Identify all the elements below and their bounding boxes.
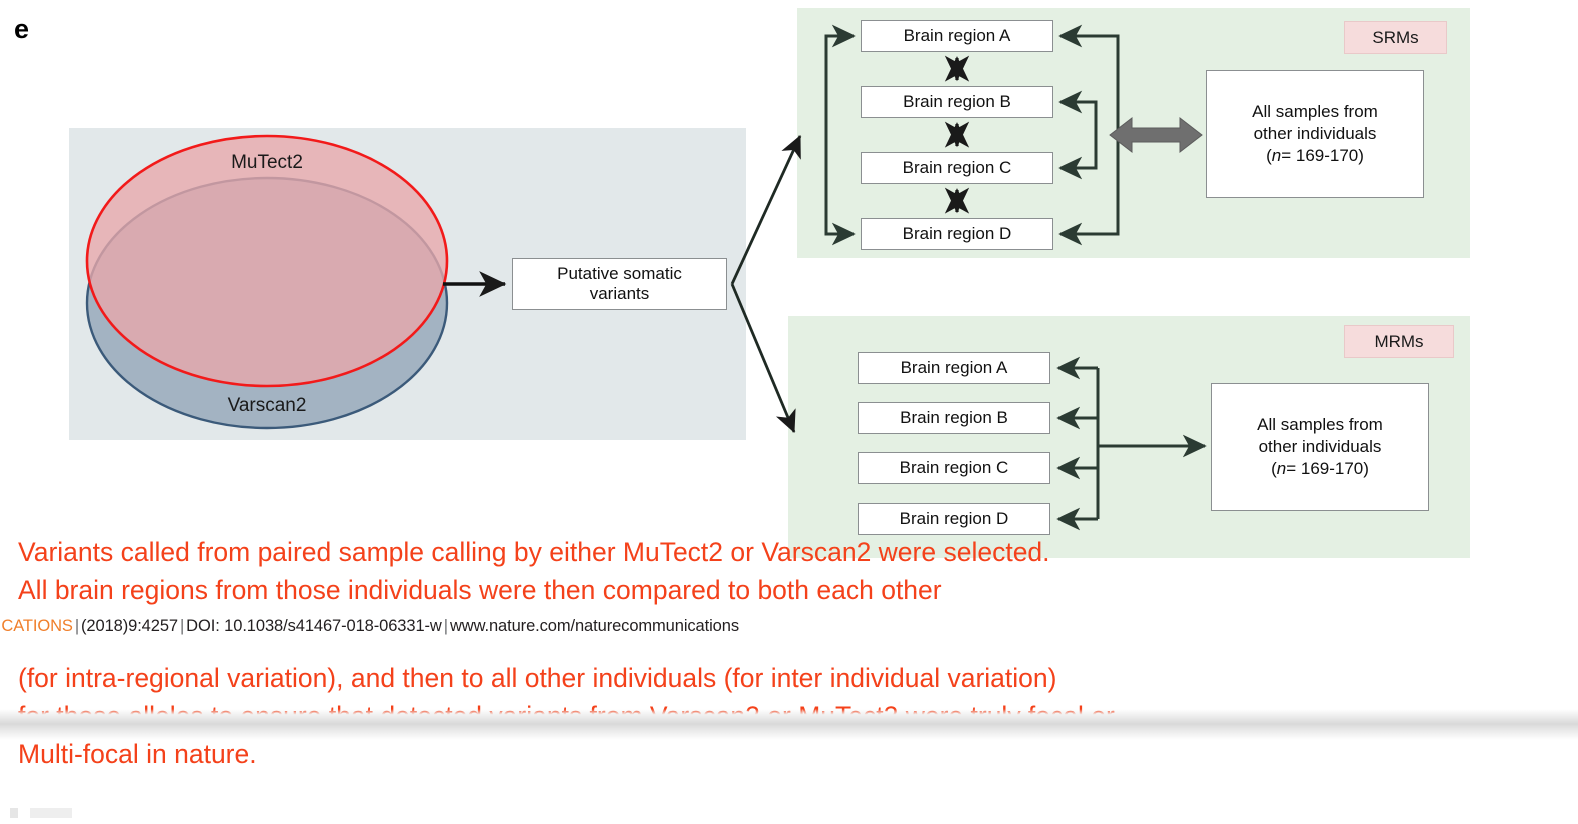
mrm-region-box-d: Brain region D [858,503,1050,535]
panel-letter: e [14,14,30,44]
annotation-b2-line3: Multi-focal in nature. [18,739,257,769]
figure-stage: e MuTect2 Varscan2 Putative somatic vari… [0,0,1578,824]
mrm-region-label-b: Brain region B [900,408,1008,427]
srm-samples-line2: other individuals [1253,123,1377,143]
footer-issue: (2018)9:4257 [81,617,178,635]
footer-sep-1: | [74,617,80,635]
venn-label-varscan2: Varscan2 [228,395,307,416]
mrm-samples-n: (n= 169-170) [1271,459,1369,479]
srm-all-samples-box: All samples from other individuals (n= 1… [1206,70,1424,198]
mrm-region-box-b: Brain region B [858,402,1050,434]
putative-box-text: Putative somatic variants [557,264,682,303]
footer-sep-2: | [179,617,185,635]
mrm-region-label-c: Brain region C [899,458,1009,477]
putative-somatic-variants-box: Putative somatic variants [512,258,727,310]
mrm-region-label-a: Brain region A [900,358,1008,377]
srm-region-label-b: Brain region B [903,92,1011,111]
footer-doi: DOI: 10.1038/s41467-018-06331-w [186,617,442,635]
srm-region-box-a: Brain region A [861,20,1053,52]
mrm-region-box-a: Brain region A [858,352,1050,384]
bottom-partial-element [10,806,72,820]
annotation-b2-line1: (for intra-regional variation), and then… [18,663,1057,693]
srm-region-box-d: Brain region D [861,218,1053,250]
annotation-block-1: Variants called from paired sample calli… [18,533,1050,609]
putative-line2: variants [589,284,650,303]
horizontal-scrollbar[interactable] [0,709,1578,740]
srm-samples-n: (n= 169-170) [1266,146,1364,166]
mrm-all-samples-box: All samples from other individuals (n= 1… [1211,383,1429,511]
annotation-b1-line2: All brain regions from those individuals… [18,575,942,605]
srm-region-label-a: Brain region A [903,26,1011,45]
footer-url: www.nature.com/naturecommunications [449,617,739,635]
venn-ellipse-mutect2 [85,134,449,388]
srm-tag-label: SRMs [1344,21,1447,54]
bottom-stub-mark-2 [30,808,72,818]
mrm-region-label-d: Brain region D [899,509,1009,528]
footer-sep-3: | [443,617,448,635]
mrm-tag-label: MRMs [1344,325,1454,358]
srm-samples-line1: All samples from [1252,101,1378,121]
mrm-region-box-c: Brain region C [858,452,1050,484]
mrm-samples-line1: All samples from [1257,414,1383,434]
srm-region-label-d: Brain region D [902,224,1012,243]
srm-region-label-c: Brain region C [902,158,1012,177]
annotation-b1-line1: Variants called from paired sample calli… [18,537,1050,567]
journal-footer: MMUNICATIONS|(2018)9:4257|DOI: 10.1038/s… [0,617,739,636]
putative-line1: Putative somatic [557,264,682,284]
mrm-samples-line2: other individuals [1258,436,1382,456]
bottom-stub-mark-1 [10,808,18,818]
srm-region-box-b: Brain region B [861,86,1053,118]
srm-region-box-c: Brain region C [861,152,1053,184]
venn-label-mutect2: MuTect2 [231,152,303,173]
footer-journal: MMUNICATIONS [0,617,73,635]
